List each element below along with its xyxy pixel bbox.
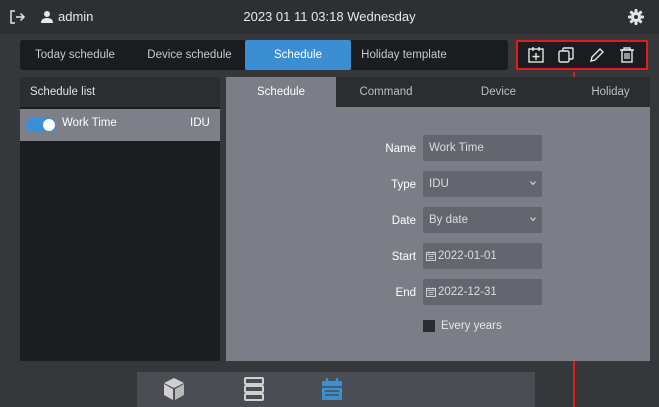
date-value: By date	[429, 214, 468, 226]
name-value: Work Time	[429, 142, 484, 154]
start-date-value: 2022-01-01	[438, 250, 497, 262]
every-years-label: Every years	[441, 320, 502, 332]
gear-icon[interactable]	[627, 8, 645, 26]
schedule-detail-panel: Schedule Command Device Holiday Name Wor…	[226, 77, 650, 361]
type-select[interactable]: IDU	[423, 171, 542, 197]
tab-holiday-template[interactable]: Holiday template	[352, 40, 456, 70]
start-label: Start	[391, 251, 416, 263]
date-label: Date	[391, 215, 416, 227]
device-list-icon[interactable]	[242, 376, 266, 402]
start-date-field[interactable]: 2022-01-01	[423, 243, 542, 269]
copy-icon[interactable]	[555, 44, 577, 66]
schedule-list-header: Schedule list	[20, 77, 220, 107]
tab-today-schedule[interactable]: Today schedule	[20, 40, 130, 70]
chevron-down-icon	[530, 217, 536, 222]
name-field[interactable]: Work Time	[423, 135, 542, 161]
every-years-checkbox[interactable]	[423, 320, 435, 332]
detail-tab-bar: Schedule Command Device Holiday	[226, 77, 650, 107]
end-date-value: 2022-12-31	[438, 286, 497, 298]
action-toolbar	[516, 40, 648, 70]
name-label: Name	[385, 143, 416, 155]
tab-detail-schedule[interactable]: Schedule	[226, 77, 336, 107]
end-label: End	[395, 287, 416, 299]
schedule-list-title: Schedule list	[30, 86, 96, 98]
device-icon[interactable]	[162, 376, 186, 402]
enable-toggle[interactable]	[26, 118, 56, 132]
bottom-nav	[137, 372, 535, 407]
calendar-icon	[426, 287, 436, 297]
schedule-list-panel: Schedule list Work Time IDU	[20, 77, 220, 361]
schedule-name: Work Time	[62, 117, 117, 129]
toggle-knob	[43, 119, 55, 131]
calendar-icon	[426, 251, 436, 261]
main-tab-bar: Today schedule Device schedule Schedule …	[20, 40, 508, 70]
type-label: Type	[391, 179, 416, 191]
tab-holiday[interactable]: Holiday	[571, 77, 650, 107]
chevron-down-icon	[530, 181, 536, 186]
add-schedule-icon[interactable]	[525, 44, 547, 66]
tab-device-schedule[interactable]: Device schedule	[137, 40, 242, 70]
datetime: 2023 01 11 03:18 Wednesday	[243, 9, 416, 24]
schedule-type: IDU	[190, 117, 210, 129]
type-value: IDU	[429, 178, 449, 190]
top-bar: admin 2023 01 11 03:18 Wednesday	[0, 0, 659, 34]
tab-schedule[interactable]: Schedule	[245, 40, 351, 70]
date-select[interactable]: By date	[423, 207, 542, 233]
schedule-calendar-icon[interactable]	[320, 376, 344, 402]
list-item[interactable]: Work Time IDU	[20, 109, 220, 141]
edit-icon[interactable]	[586, 44, 608, 66]
end-date-field[interactable]: 2022-12-31	[423, 279, 542, 305]
tab-command[interactable]: Command	[336, 77, 436, 107]
delete-icon[interactable]	[616, 44, 638, 66]
tab-device[interactable]: Device	[446, 77, 551, 107]
